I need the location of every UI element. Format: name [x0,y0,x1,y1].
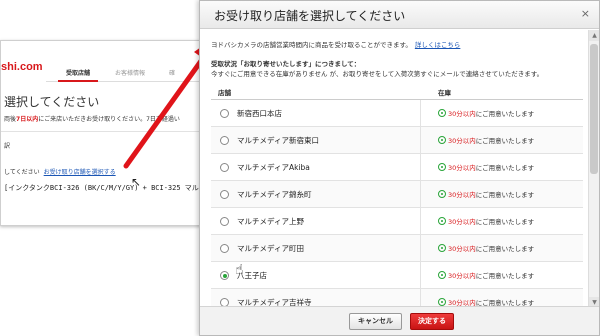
in-stock-icon [438,136,446,144]
stock-cell: 30分以内にご用意いたします [438,108,534,118]
scroll-up-icon[interactable]: ▲ [589,30,599,41]
vertical-scrollbar[interactable]: ▲ ▼ [588,30,599,308]
intro-body: ヨドバシカメラの店舗営業時間内に商品を受け取ることができます。 [211,41,412,49]
details-link[interactable]: 詳しくはこちら [415,41,461,49]
column-store: 店舗 [218,89,231,97]
status-body: 今すぐにご用意できる在庫がありません が、お取り寄せをして入荷次第すぐにメールで… [211,70,544,78]
stock-text: にご用意いたします [475,137,535,145]
stock-time: 30分以内 [448,110,476,118]
stock-cell: 30分以内にご用意いたします [438,216,534,226]
store-row[interactable]: 新宿西口本店 30分以内にご用意いたします [211,100,583,127]
store-name: マルチメディア錦糸町 [237,190,312,199]
store-cell: 新宿西口本店 [211,100,421,127]
stock-time: 30分以内 [448,245,476,253]
store-radio[interactable] [220,109,229,118]
pickup-note: 両後7日以内にご来店いただきお受け取りください。7日を経過い [4,114,180,123]
store-row-selected[interactable]: 八王子店 30分以内にご用意いたします [211,262,583,289]
dialog-footer: キャンセル 決定する [200,306,599,335]
dialog-header: お受け取り店舗を選択してください × [200,1,599,29]
stock-time: 30分以内 [448,164,476,172]
store-radio[interactable] [220,244,229,253]
tab-confirm: 確 [168,70,175,77]
product-name: [インクタンクBCI-326 (BK/C/M/Y/GY) + BCI-325 マ… [4,184,213,192]
stock-time: 30分以内 [448,272,476,280]
stock-text: にご用意いたします [475,191,535,199]
stock-text: にご用意いたします [475,164,535,172]
dialog-body: ヨドバシカメラの店舗営業時間内に商品を受け取ることができます。 詳しくはこちら 受… [200,30,589,308]
page-heading: 選択してください [4,95,100,109]
store-name: マルチメディアAkiba [237,163,310,172]
store-name: マルチメディア町田 [237,244,304,253]
store-name: マルチメディア新宿東口 [237,136,319,145]
intro-text: ヨドバシカメラの店舗営業時間内に商品を受け取ることができます。 詳しくはこちら [211,39,460,49]
in-stock-icon [438,271,446,279]
store-cell: マルチメディア新宿東口 [211,127,421,154]
status-title: 受取状況「お取り寄せいたします」につきまして： [211,60,361,68]
row-prefix: してください [4,169,40,176]
hand-cursor-icon: ☝ [235,262,244,278]
close-icon[interactable]: × [581,7,590,20]
section-label: 訳 [4,143,11,150]
store-row[interactable]: マルチメディア錦糸町 30分以内にご用意いたします [211,181,583,208]
in-stock-icon [438,217,446,225]
store-radio[interactable] [220,190,229,199]
store-row[interactable]: マルチメディア上野 30分以内にご用意いたします [211,208,583,235]
store-name: 新宿西口本店 [237,109,282,118]
divider [1,131,227,132]
cancel-button[interactable]: キャンセル [349,313,402,330]
store-radio[interactable] [220,163,229,172]
background-page: shi.com 受取店舗 お客様情報 確 選択してください 両後7日以内にご来店… [0,40,228,226]
store-radio[interactable] [220,136,229,145]
store-list-header: 店舗 在庫 [211,84,583,100]
stock-time: 30分以内 [448,191,476,199]
stock-cell: 30分以内にご用意いたします [438,189,534,199]
stock-cell: 30分以内にご用意いたします [438,135,534,145]
stock-text: にご用意いたします [475,272,535,280]
store-cell: マルチメディア上野 [211,208,421,235]
store-row[interactable]: マルチメディアAkiba 30分以内にご用意いたします [211,154,583,181]
in-stock-icon [438,244,446,252]
stock-time: 30分以内 [448,218,476,226]
store-cell: マルチメディア錦糸町 [211,181,421,208]
stock-text: にご用意いたします [475,218,535,226]
store-select-dialog: お受け取り店舗を選択してください × ヨドバシカメラの店舗営業時間内に商品を受け… [199,0,600,336]
stock-time: 30分以内 [448,137,476,145]
stock-cell: 30分以内にご用意いたします [438,270,534,280]
scroll-thumb[interactable] [590,44,598,174]
stock-text: にご用意いたします [475,245,535,253]
stock-cell: 30分以内にご用意いたします [438,243,534,253]
tab-store: 受取店舗 [58,66,98,82]
note-suffix: にご来店いただきお受け取りください。7日を経過い [38,116,180,123]
store-name: マルチメディア上野 [237,217,304,226]
note-highlight: 7日以内 [16,116,39,123]
store-row[interactable]: マルチメディア新宿東口 30分以内にご用意いたします [211,127,583,154]
store-cell: マルチメディア町田 [211,235,421,262]
stock-text: にご用意いたします [475,110,535,118]
dialog-title: お受け取り店舗を選択してください [214,9,406,23]
store-row[interactable]: マルチメディア町田 30分以内にご用意いたします [211,235,583,262]
note-prefix: 両後 [4,116,17,123]
tab-customer-info: お客様情報 [114,70,145,77]
store-select-row: してください お受け取り店舗を選択する [4,167,116,176]
column-stock: 在庫 [438,89,451,97]
store-cell: マルチメディアAkiba [211,154,421,181]
in-stock-icon [438,298,446,306]
site-logo: shi.com [1,61,43,73]
store-radio[interactable] [220,217,229,226]
store-radio-checked[interactable] [220,271,229,280]
confirm-button[interactable]: 決定する [410,313,454,330]
in-stock-icon [438,163,446,171]
in-stock-icon [438,109,446,117]
select-store-link[interactable]: お受け取り店舗を選択する [44,169,116,176]
store-list: 新宿西口本店 30分以内にご用意いたします マルチメディア新宿東口 30分以内に… [211,100,583,308]
stock-cell: 30分以内にご用意いたします [438,162,534,172]
in-stock-icon [438,190,446,198]
